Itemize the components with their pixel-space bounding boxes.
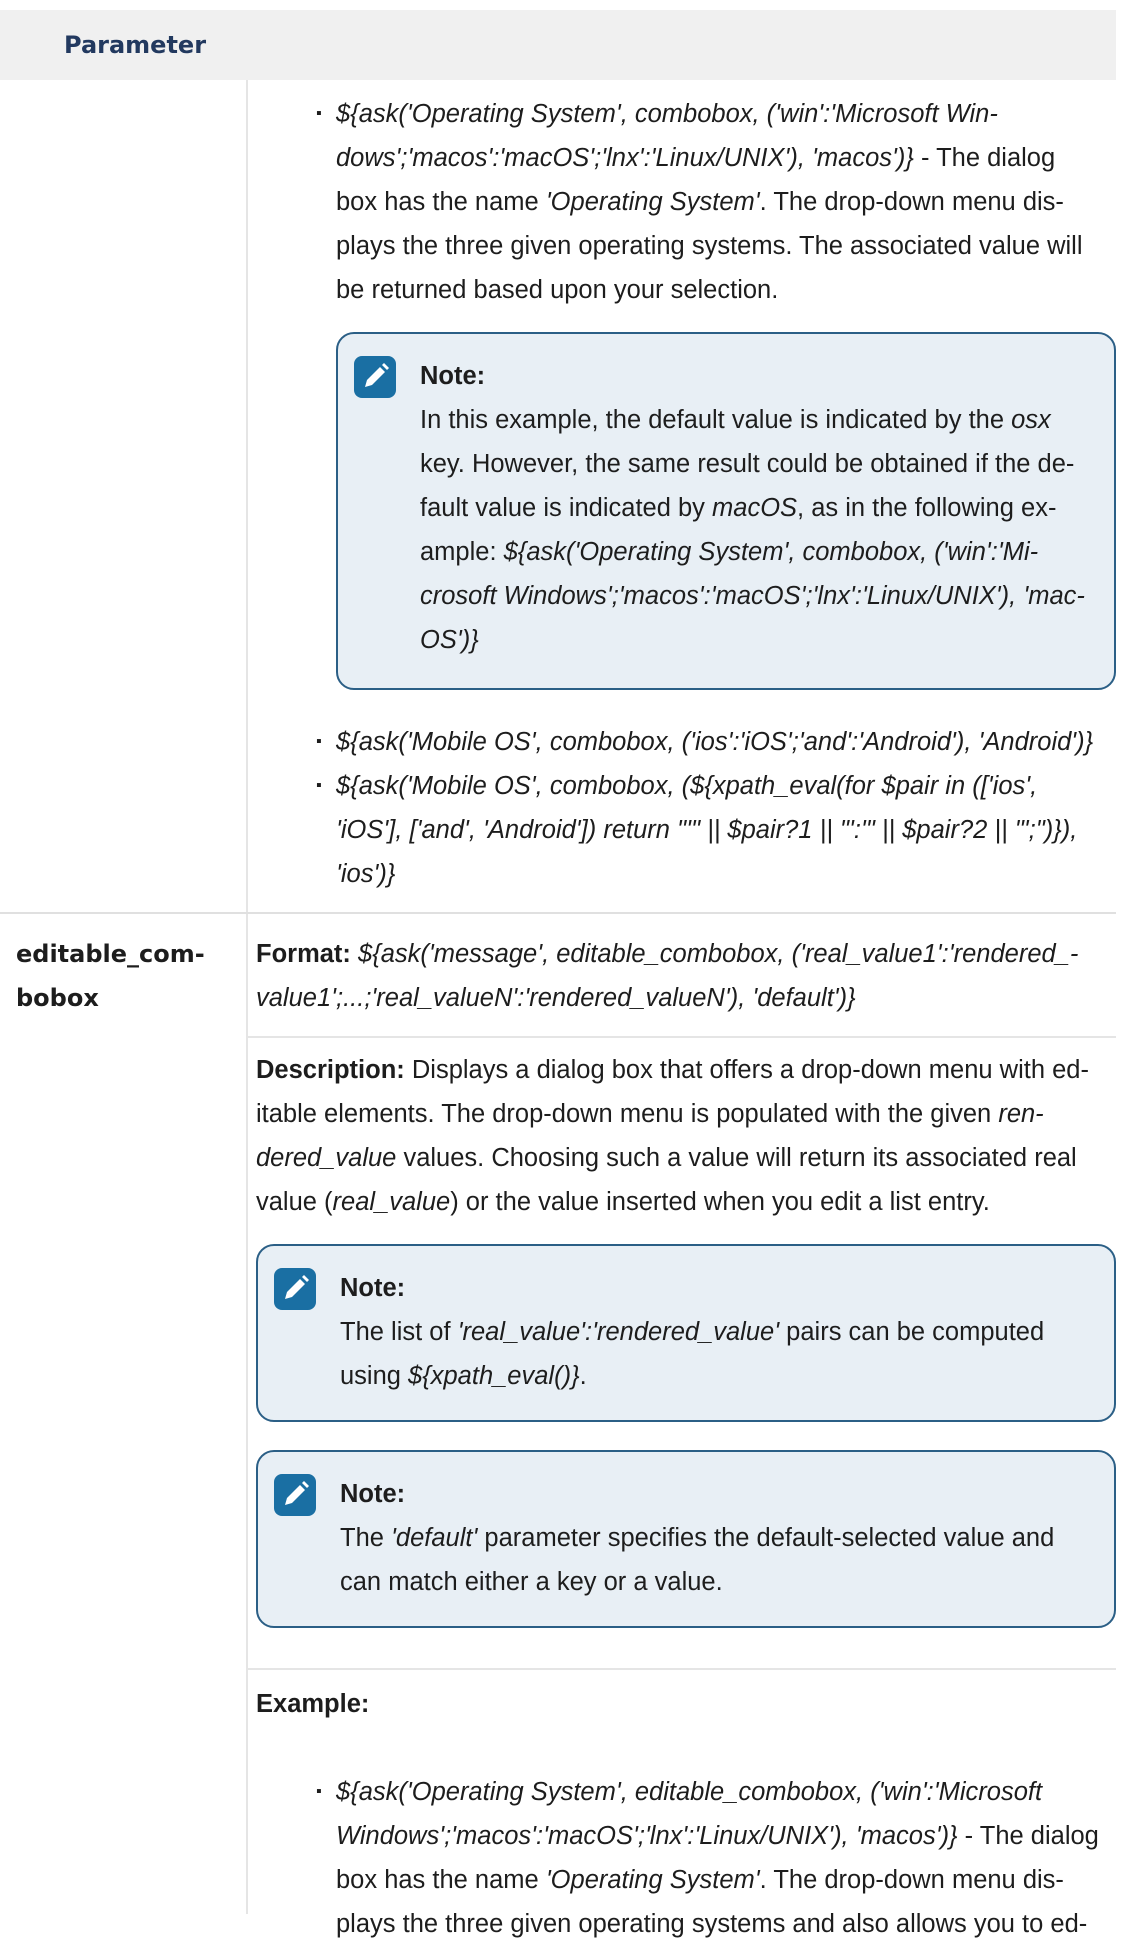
text: ample: bbox=[420, 538, 504, 566]
column-divider bbox=[246, 80, 248, 1914]
example-code: ${ask('Mobile OS', combobox, (${xpath_ev… bbox=[336, 772, 1038, 800]
list-item: ${ask('Operating System', combobox, ('wi… bbox=[316, 92, 998, 136]
text: 'Operating System' bbox=[545, 1866, 760, 1894]
list-item-line: plays the three given operating systems … bbox=[336, 1910, 1088, 1938]
list-item-line: 'iOS'], ['and', 'Android']) return "'" |… bbox=[336, 816, 1078, 844]
list-item: ${ask('Operating System', editable_combo… bbox=[316, 1770, 1043, 1814]
text: - The dialog bbox=[957, 1822, 1099, 1850]
example-label: Example: bbox=[256, 1690, 370, 1718]
format-code: ${ask('message', editable_combobox, ('re… bbox=[350, 940, 1079, 968]
text: osx bbox=[1011, 406, 1051, 434]
text: ren- bbox=[998, 1100, 1044, 1128]
text: box has the name bbox=[336, 1866, 546, 1894]
text: using bbox=[340, 1362, 409, 1390]
text: itable elements. The drop-down menu is p… bbox=[256, 1100, 999, 1128]
format-line: value1';...;'real_valueN':'rendered_valu… bbox=[256, 984, 856, 1012]
description-line: value (real_value) or the value inserted… bbox=[256, 1180, 990, 1224]
row-divider bbox=[0, 912, 1116, 914]
text: . The drop-down menu dis- bbox=[759, 188, 1064, 216]
list-item: ${ask('Mobile OS', combobox, ('ios':'iOS… bbox=[316, 720, 1094, 764]
note-line: The list of 'real_value':'rendered_value… bbox=[340, 1310, 1044, 1354]
description-label: Description: bbox=[256, 1056, 405, 1084]
description-line: dered_value values. Choosing such a valu… bbox=[256, 1136, 1077, 1180]
example-code: dows';'macos':'macOS';'lnx':'Linux/UNIX'… bbox=[336, 144, 914, 172]
note-line: can match either a key or a value. bbox=[340, 1568, 723, 1596]
note-box: Note: In this example, the default value… bbox=[336, 332, 1116, 690]
example-code: Windows';'macos':'macOS';'lnx':'Linux/UN… bbox=[336, 1822, 958, 1850]
pencil-icon bbox=[274, 1474, 316, 1516]
note-line: OS')} bbox=[420, 626, 479, 654]
text: macOS bbox=[712, 494, 798, 522]
text: 'default' bbox=[391, 1524, 478, 1552]
example-code: ${ask('Operating System', editable_combo… bbox=[336, 1778, 1043, 1806]
note-title: Note: bbox=[420, 362, 486, 390]
parameter-name: editable_com- bobox bbox=[16, 932, 236, 1020]
text: pairs can be computed bbox=[779, 1318, 1045, 1346]
note-title: Note: bbox=[340, 1480, 406, 1508]
list-item-line: box has the name 'Operating System'. The… bbox=[336, 1858, 1064, 1902]
list-item-line: plays the three given operating systems.… bbox=[336, 232, 1083, 260]
text: The bbox=[340, 1524, 392, 1552]
format-label: Format: bbox=[256, 940, 351, 968]
note-line: using ${xpath_eval()}. bbox=[340, 1354, 587, 1398]
list-item-line: Windows';'macos':'macOS';'lnx':'Linux/UN… bbox=[336, 1814, 1099, 1858]
text: fault value is indicated by bbox=[420, 494, 713, 522]
text: parameter specifies the default-selected… bbox=[477, 1524, 1055, 1552]
list-item-line: 'ios')} bbox=[336, 860, 396, 888]
text: bobox bbox=[16, 984, 99, 1012]
example-code: ${ask('Operating System', combobox, ('wi… bbox=[336, 100, 998, 128]
text: . The drop-down menu dis- bbox=[759, 1866, 1064, 1894]
text: dered_value bbox=[256, 1144, 397, 1172]
note-line: In this example, the default value is in… bbox=[420, 398, 1051, 442]
note-line: fault value is indicated by macOS, as in… bbox=[420, 486, 1056, 530]
note-box: Note: The 'default' parameter specifies … bbox=[256, 1450, 1116, 1628]
list-item-line: box has the name 'Operating System'. The… bbox=[336, 180, 1064, 224]
parameter-table: Parameter ${ask('Operating System', comb… bbox=[0, 10, 1116, 1938]
note-box: Note: The list of 'real_value':'rendered… bbox=[256, 1244, 1116, 1422]
section-divider bbox=[248, 1668, 1116, 1670]
text: box has the name bbox=[336, 188, 546, 216]
text: values. Choosing such a value will retur… bbox=[396, 1144, 1077, 1172]
text: 'real_value':'rendered_value' bbox=[457, 1318, 780, 1346]
pencil-icon bbox=[354, 356, 396, 398]
example-code: ${ask('Mobile OS', combobox, ('ios':'iOS… bbox=[336, 728, 1094, 756]
note-title: Note: bbox=[340, 1274, 406, 1302]
note-line: The 'default' parameter specifies the de… bbox=[340, 1516, 1054, 1560]
text: , as in the following ex- bbox=[797, 494, 1057, 522]
description-line: itable elements. The drop-down menu is p… bbox=[256, 1092, 1044, 1136]
text: . bbox=[579, 1362, 587, 1390]
text: ) or the value inserted when you edit a … bbox=[450, 1188, 990, 1216]
table-header: Parameter bbox=[0, 10, 1116, 80]
list-item: ${ask('Mobile OS', combobox, (${xpath_ev… bbox=[316, 764, 1038, 808]
list-item-line: dows';'macos':'macOS';'lnx':'Linux/UNIX'… bbox=[336, 136, 1055, 180]
text: In this example, the default value is in… bbox=[420, 406, 1012, 434]
pencil-icon bbox=[274, 1268, 316, 1310]
note-line: crosoft Windows';'macos':'macOS';'lnx':'… bbox=[420, 582, 1085, 610]
text: ${ask('Operating System', combobox, ('wi… bbox=[503, 538, 1039, 566]
text: ${xpath_eval()} bbox=[408, 1362, 580, 1390]
note-line: key. However, the same result could be o… bbox=[420, 450, 1075, 478]
text: - The dialog bbox=[913, 144, 1056, 172]
text: The list of bbox=[340, 1318, 458, 1346]
list-item-line: be returned based upon your selection. bbox=[336, 276, 779, 304]
format-line: Format: ${ask('message', editable_combob… bbox=[256, 932, 1078, 976]
header-parameter: Parameter bbox=[64, 31, 207, 59]
text: 'Operating System' bbox=[545, 188, 760, 216]
text: value ( bbox=[256, 1188, 333, 1216]
section-divider bbox=[248, 1036, 1116, 1038]
text: real_value bbox=[332, 1188, 451, 1216]
description-line: Description: Displays a dialog box that … bbox=[256, 1048, 1089, 1092]
text: Displays a dialog box that offers a drop… bbox=[404, 1056, 1089, 1084]
note-line: ample: ${ask('Operating System', combobo… bbox=[420, 530, 1038, 574]
text: editable_com- bbox=[16, 940, 205, 968]
